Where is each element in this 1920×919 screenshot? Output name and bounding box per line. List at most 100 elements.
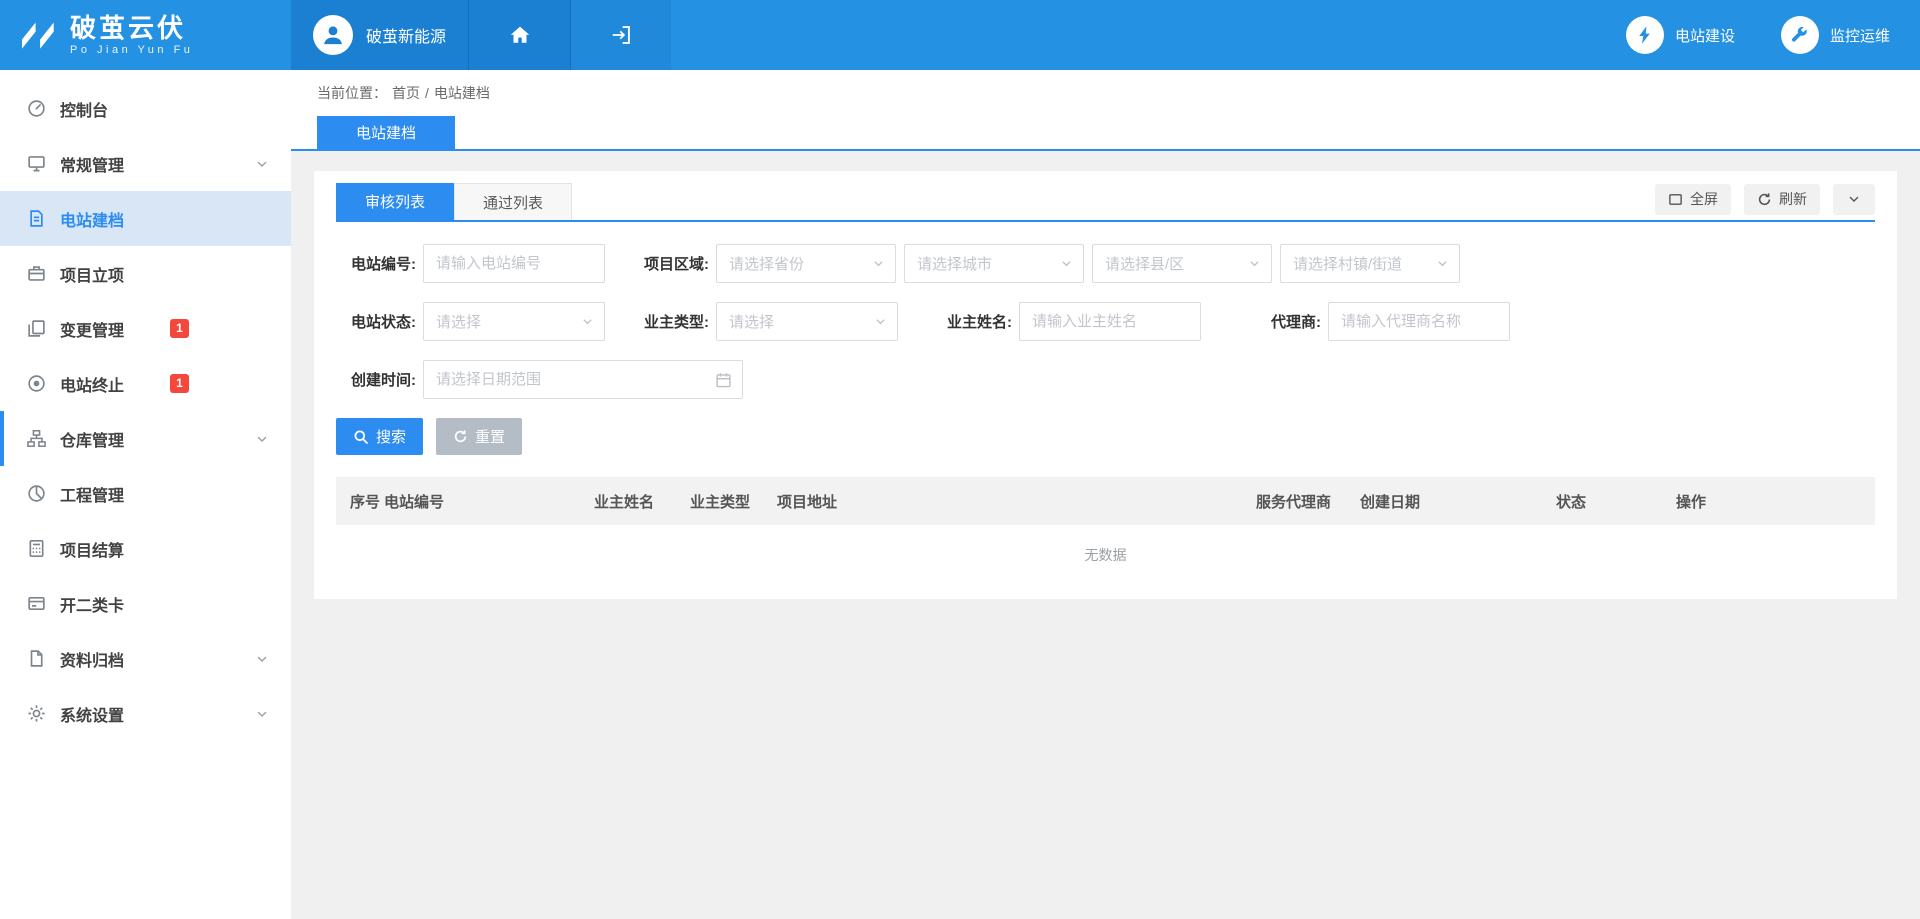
card-icon <box>26 594 46 613</box>
sidebar-item-engineering-mgmt[interactable]: 工程管理 <box>0 466 291 521</box>
sidebar-item-dashboard[interactable]: 控制台 <box>0 81 291 136</box>
chevron-down-icon <box>255 432 269 446</box>
sidebar-item-project-settlement[interactable]: 项目结算 <box>0 521 291 576</box>
chevron-down-icon <box>1060 257 1073 270</box>
filter-actions: 搜索 重置 <box>336 418 1875 455</box>
fullscreen-button[interactable]: 全屏 <box>1655 184 1731 215</box>
empty-state: 无数据 <box>336 525 1875 585</box>
station-no-input[interactable] <box>423 244 605 283</box>
logout-button[interactable] <box>571 0 671 70</box>
collapse-panel-button[interactable] <box>1833 184 1875 215</box>
column-owner-name: 业主姓名 <box>594 491 690 512</box>
sidebar-item-open-type2-card[interactable]: 开二类卡 <box>0 576 291 631</box>
sidebar-item-station-archive[interactable]: 电站建档 <box>0 191 291 246</box>
agent-input[interactable] <box>1328 302 1510 341</box>
column-owner-type: 业主类型 <box>690 491 777 512</box>
file-icon <box>26 649 46 668</box>
lightning-icon <box>1626 16 1664 54</box>
column-status: 状态 <box>1556 491 1676 512</box>
sitemap-icon <box>26 429 46 448</box>
breadcrumb-home[interactable]: 首页 <box>392 83 420 103</box>
owner-name-input[interactable] <box>1019 302 1201 341</box>
chevron-down-icon <box>872 257 885 270</box>
calendar-icon[interactable] <box>715 371 732 388</box>
column-project-address: 项目地址 <box>777 491 1256 512</box>
label-owner-name: 业主姓名: <box>932 311 1012 332</box>
gear-icon <box>26 704 46 723</box>
top-header: 破茧云伏 Po Jian Yun Fu 破茧新能源 <box>0 0 1920 70</box>
filter-row-3: 创建时间: <box>336 360 1875 399</box>
main-content: 当前位置： 首页 / 电站建档 电站建档 审核列表 通过列表 全屏 <box>291 70 1920 919</box>
date-range-input[interactable] <box>423 360 743 399</box>
user-icon <box>320 22 346 48</box>
page-tab-station-archive[interactable]: 电站建档 <box>317 116 455 149</box>
refresh-button[interactable]: 刷新 <box>1744 184 1820 215</box>
label-station-no: 电站编号: <box>336 253 416 274</box>
exit-icon <box>610 24 632 46</box>
label-station-status: 电站状态: <box>336 311 416 332</box>
table-header-row: 序号 电站编号 业主姓名 业主类型 项目地址 服务代理商 创建日期 状态 操作 <box>336 477 1875 525</box>
date-range-field <box>423 360 743 399</box>
column-service-agent: 服务代理商 <box>1256 491 1360 512</box>
column-index: 序号 <box>350 491 384 512</box>
sidebar-item-system-settings[interactable]: 系统设置 <box>0 686 291 741</box>
station-status-select[interactable]: 请选择 <box>423 302 605 341</box>
breadcrumb: 当前位置： 首页 / 电站建档 <box>291 70 1920 116</box>
column-station-no: 电站编号 <box>384 491 594 512</box>
label-agent: 代理商: <box>1241 311 1321 332</box>
badge-station-termination: 1 <box>170 374 189 393</box>
filter-form: 电站编号: 项目区域: 请选择省份 请选择城市 请选择县/区 <box>336 244 1875 455</box>
header-nav: 电站建设 监控运维 <box>1626 0 1920 70</box>
panel-toolbar: 全屏 刷新 <box>1655 184 1875 220</box>
sidebar-item-station-termination[interactable]: 电站终止 1 <box>0 356 291 411</box>
badge-change-mgmt: 1 <box>170 319 189 338</box>
tab-review-list[interactable]: 审核列表 <box>336 183 454 220</box>
chevron-down-icon <box>255 652 269 666</box>
breadcrumb-prefix: 当前位置： <box>317 83 387 103</box>
label-create-time: 创建时间: <box>336 369 416 390</box>
panel-tabs: 审核列表 通过列表 全屏 刷新 <box>336 183 1875 222</box>
sidebar-item-data-archive[interactable]: 资料归档 <box>0 631 291 686</box>
town-select[interactable]: 请选择村镇/街道 <box>1280 244 1460 283</box>
search-button[interactable]: 搜索 <box>336 418 423 455</box>
label-project-region: 项目区域: <box>629 253 709 274</box>
city-select[interactable]: 请选择城市 <box>904 244 1084 283</box>
logo-icon <box>18 18 60 52</box>
reset-button[interactable]: 重置 <box>436 418 522 455</box>
breadcrumb-current: 电站建档 <box>434 83 490 103</box>
pie-icon <box>26 484 46 503</box>
chevron-down-icon <box>255 157 269 171</box>
sidebar-item-project-initiation[interactable]: 项目立项 <box>0 246 291 301</box>
content-panel: 审核列表 通过列表 全屏 刷新 <box>314 171 1897 599</box>
tab-passed-list[interactable]: 通过列表 <box>454 183 572 220</box>
brand-logo: 破茧云伏 Po Jian Yun Fu <box>0 0 291 70</box>
refresh-icon <box>1757 192 1772 207</box>
sidebar-item-general-mgmt[interactable]: 常规管理 <box>0 136 291 191</box>
page-tab-strip: 电站建档 <box>291 116 1920 151</box>
fullscreen-icon <box>1668 192 1683 207</box>
sidebar: 控制台 常规管理 电站建档 项目立项 <box>0 70 291 919</box>
county-select[interactable]: 请选择县/区 <box>1092 244 1272 283</box>
nav-station-build[interactable]: 电站建设 <box>1626 16 1735 54</box>
chevron-down-icon <box>581 315 594 328</box>
calculator-icon <box>26 539 46 558</box>
sidebar-item-change-mgmt[interactable]: 变更管理 1 <box>0 301 291 356</box>
nav-monitor-ops[interactable]: 监控运维 <box>1781 16 1890 54</box>
sidebar-item-warehouse-mgmt[interactable]: 仓库管理 <box>0 411 291 466</box>
copy-icon <box>26 319 46 338</box>
label-owner-type: 业主类型: <box>629 311 709 332</box>
province-select[interactable]: 请选择省份 <box>716 244 896 283</box>
user-menu[interactable]: 破茧新能源 <box>291 0 469 70</box>
filter-row-1: 电站编号: 项目区域: 请选择省份 请选择城市 请选择县/区 <box>336 244 1875 283</box>
refresh-icon <box>453 429 468 444</box>
wrench-icon <box>1781 16 1819 54</box>
briefcase-icon <box>26 264 46 283</box>
home-button[interactable] <box>469 0 571 70</box>
chevron-down-icon <box>1248 257 1261 270</box>
record-icon <box>26 374 46 393</box>
owner-type-select[interactable]: 请选择 <box>716 302 898 341</box>
monitor-icon <box>26 154 46 173</box>
filter-row-2: 电站状态: 请选择 业主类型: 请选择 业主姓名: 代理商: <box>336 302 1875 341</box>
chevron-down-icon <box>1847 192 1861 206</box>
column-create-date: 创建日期 <box>1360 491 1556 512</box>
